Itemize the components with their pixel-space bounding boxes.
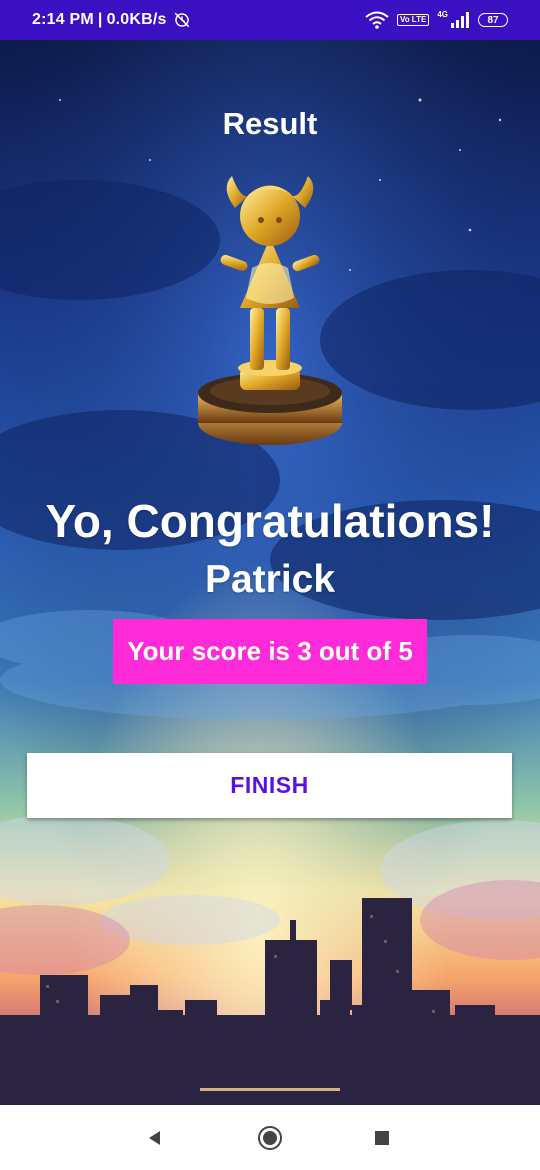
- page-title: Result: [222, 106, 318, 141]
- wifi-icon: [365, 11, 389, 29]
- network-speed: 0.0KB/s: [106, 11, 167, 28]
- signal-icon: [450, 12, 470, 28]
- status-bar: 2:14 PM | 0.0KB/s Vo LTE 4G 87: [0, 0, 540, 40]
- recents-icon[interactable]: [367, 1123, 397, 1153]
- result-screen: 2:14 PM | 0.0KB/s Vo LTE 4G 87 Result Yo…: [0, 0, 540, 1170]
- player-name: Patrick: [204, 558, 336, 601]
- network-type: 4G: [437, 9, 448, 19]
- battery-icon: 87: [478, 13, 508, 27]
- trophy-figure-icon: [198, 176, 342, 445]
- score-badge: Your score is 3 out of 5: [113, 619, 427, 684]
- finish-button-label: FINISH: [230, 772, 309, 798]
- status-right: Vo LTE 4G 87: [365, 0, 508, 40]
- volte-icon: Vo LTE: [396, 14, 430, 26]
- status-left: 2:14 PM | 0.0KB/s: [32, 0, 191, 40]
- status-separator: |: [97, 11, 103, 28]
- score-text: Your score is 3 out of 5: [127, 636, 413, 666]
- back-icon[interactable]: [140, 1123, 170, 1153]
- finish-button[interactable]: FINISH: [27, 753, 512, 818]
- congratulations-heading: Yo, Congratulations!: [45, 495, 495, 547]
- status-time: 2:14 PM: [32, 11, 94, 28]
- home-icon[interactable]: [255, 1123, 285, 1153]
- alarm-off-icon: [173, 11, 191, 29]
- system-navigation-bar: [0, 1105, 540, 1170]
